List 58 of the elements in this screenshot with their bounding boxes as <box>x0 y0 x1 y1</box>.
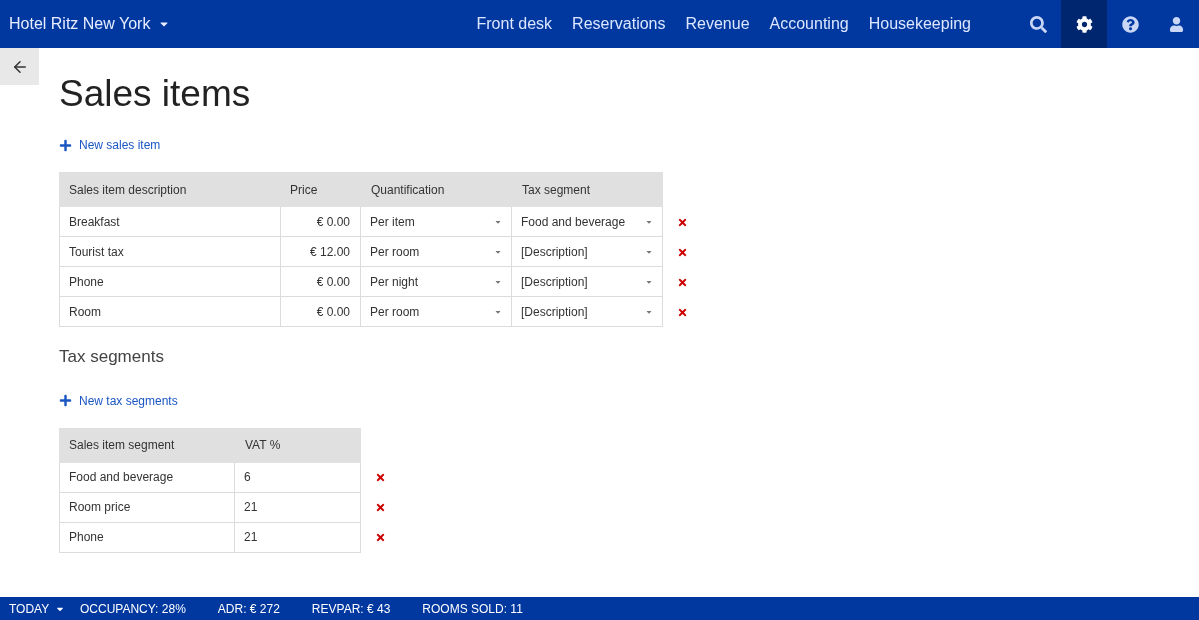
period-selector[interactable]: TODAY <box>0 599 80 618</box>
status-stat: OCCUPANCY: 28% <box>80 600 186 618</box>
table-cell-text: 6 <box>243 469 252 486</box>
dropdown[interactable]: Per room <box>361 237 511 266</box>
settings-icon <box>1075 15 1093 33</box>
dropdown[interactable]: [Description] <box>512 297 662 326</box>
status-stat: ROOMS SOLD: 11 <box>422 600 523 618</box>
table-cell: € 0.00 <box>281 267 361 296</box>
column-header: Quantification <box>370 181 446 199</box>
new-tax-segments-link[interactable]: New tax segments <box>59 391 178 410</box>
page-title: Sales items <box>59 72 252 116</box>
table-cell: Tourist tax <box>60 237 281 266</box>
column-header: Price <box>289 181 319 199</box>
toolbar-button[interactable] <box>1061 0 1107 48</box>
table-cell: € 12.00 <box>281 237 361 266</box>
table-cell: € 0.00 <box>281 297 361 326</box>
plus-icon <box>59 138 72 152</box>
nav-link[interactable]: Housekeeping <box>868 12 971 36</box>
dropdown[interactable]: Per room <box>361 297 511 326</box>
close-icon <box>677 306 688 318</box>
table-cell-text: 21 <box>243 529 259 546</box>
dropdown[interactable]: [Description] <box>512 237 662 266</box>
table-cell: Room <box>60 297 281 326</box>
table-cell: € 0.00 <box>281 207 361 236</box>
new-sales-item-link[interactable]: New sales item <box>59 136 161 154</box>
back-button[interactable] <box>0 48 39 85</box>
close-icon <box>677 276 688 288</box>
close-icon <box>677 246 688 258</box>
nav-link[interactable]: Reservations <box>572 12 666 36</box>
nav-link[interactable]: Revenue <box>685 12 750 36</box>
table-cell: Food and beverage <box>60 462 235 492</box>
dropdown[interactable]: Per item <box>361 207 511 236</box>
dropdown[interactable]: [Description] <box>512 267 662 296</box>
table-cell: Breakfast <box>60 207 281 236</box>
column-header: Sales item description <box>68 181 188 199</box>
section-title: Tax segments <box>59 346 165 368</box>
close-icon <box>677 216 688 228</box>
search-icon <box>1029 15 1047 33</box>
close-icon <box>375 472 386 483</box>
dropdown[interactable]: Per night <box>361 267 511 296</box>
column-header: Tax segment <box>521 181 592 199</box>
table-cell: Phone <box>60 522 235 552</box>
close-icon <box>375 532 386 543</box>
close-icon <box>375 502 386 513</box>
status-stat: ADR: € 272 <box>217 600 280 618</box>
dropdown[interactable]: Food and beverage <box>512 207 662 236</box>
column-header: Sales item segment <box>68 437 176 454</box>
help-icon <box>1121 15 1139 33</box>
nav-link[interactable]: Accounting <box>769 12 849 36</box>
column-header: VAT % <box>244 437 282 454</box>
status-stat: REVPAR: € 43 <box>311 600 391 618</box>
user-icon <box>1168 16 1184 32</box>
table-cell: Phone <box>60 267 281 296</box>
table-cell-text: 21 <box>243 499 259 516</box>
table-cell: Room price <box>60 492 235 522</box>
plus-icon <box>59 394 72 407</box>
hotel-selector[interactable]: Hotel Ritz New York <box>0 12 171 36</box>
nav-link[interactable]: Front desk <box>476 12 553 36</box>
